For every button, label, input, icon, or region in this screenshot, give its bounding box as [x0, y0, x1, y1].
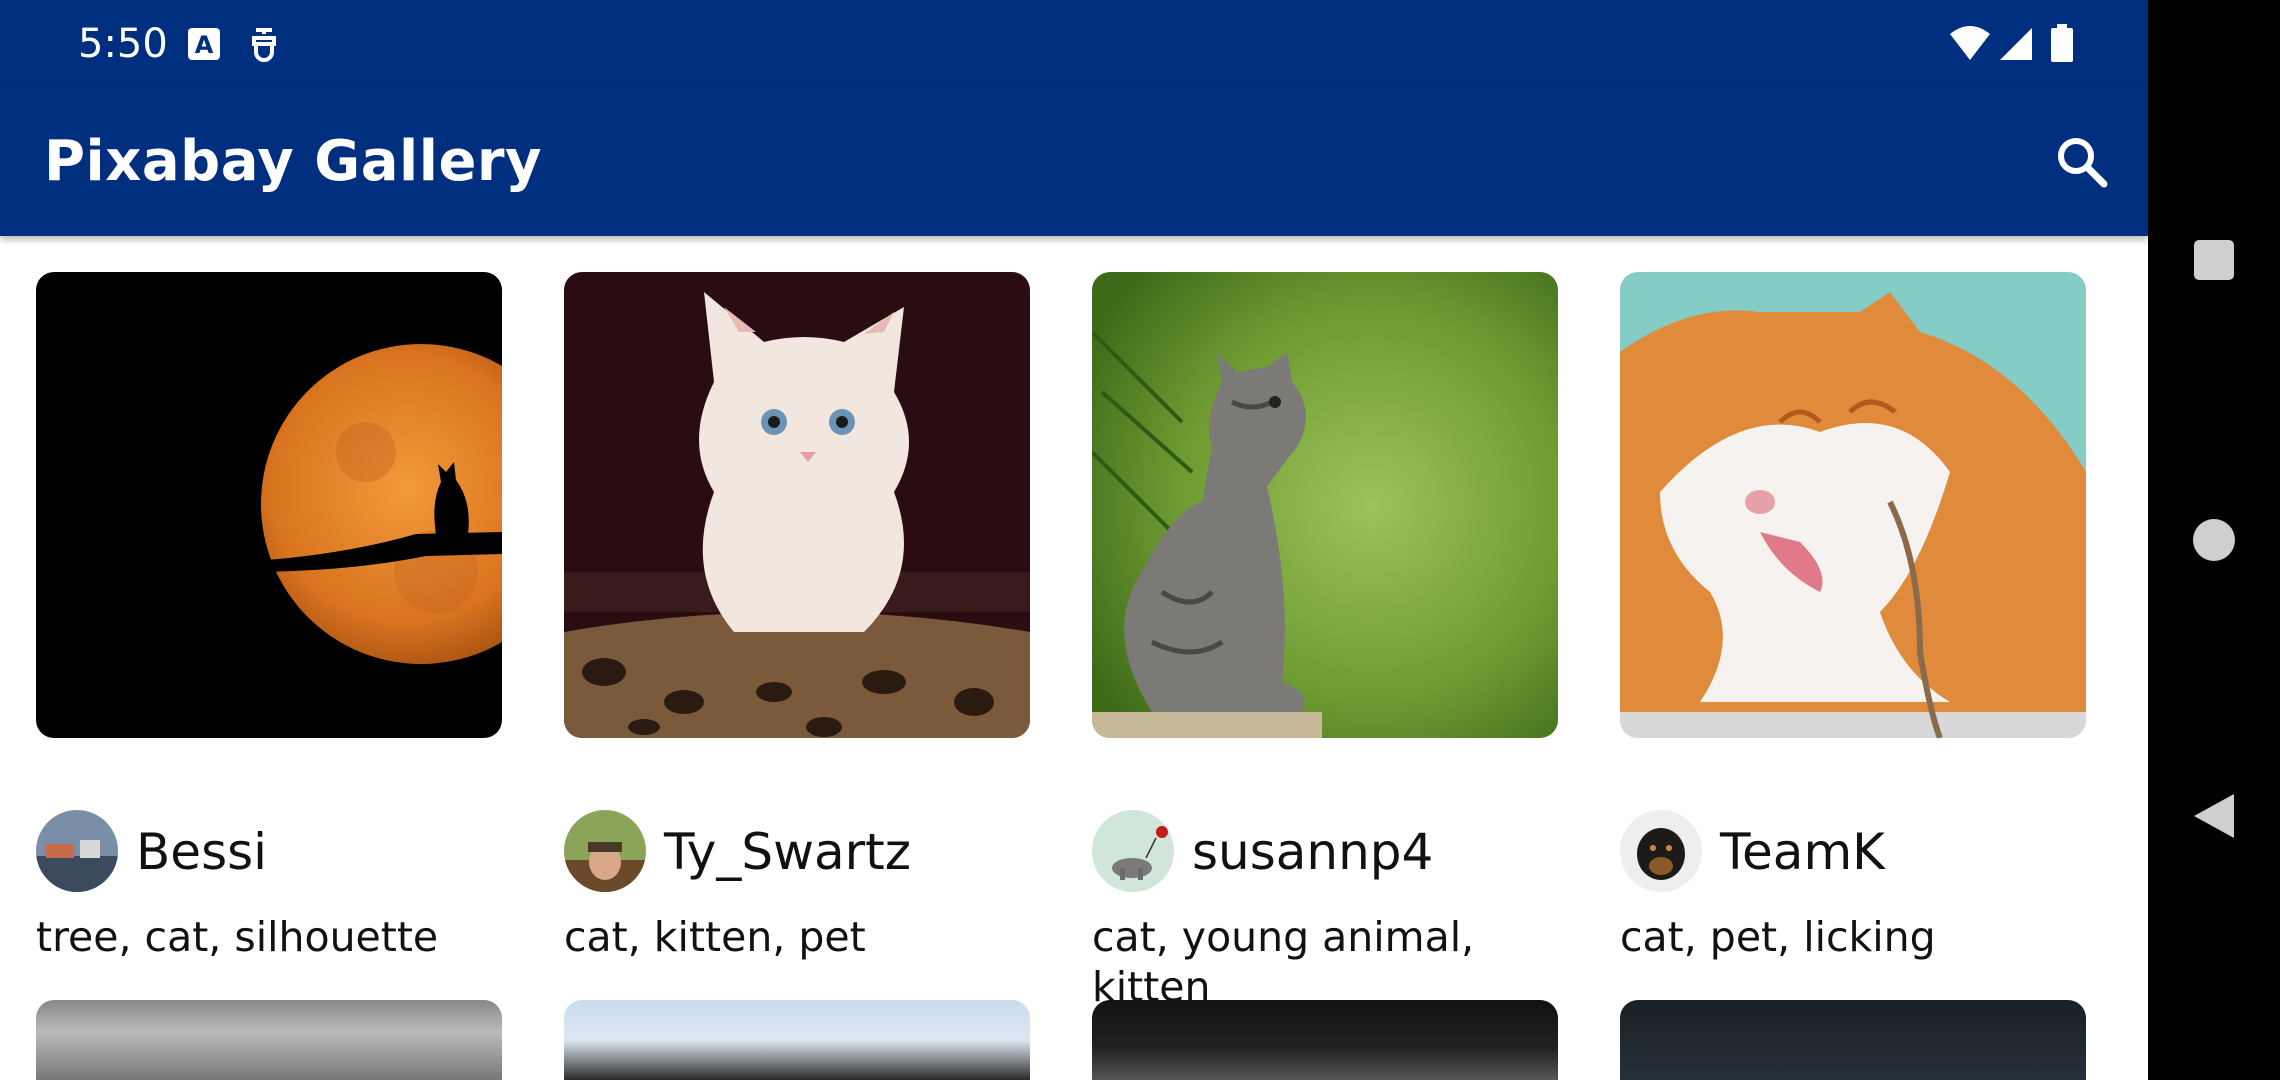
svg-text:A: A	[195, 31, 214, 59]
home-icon[interactable]	[2182, 508, 2246, 572]
gallery-image[interactable]	[1092, 1000, 1558, 1080]
user-name[interactable]: TeamK	[1720, 822, 1885, 882]
user-name[interactable]: Ty_Swartz	[664, 822, 911, 882]
gallery-image[interactable]	[36, 1000, 502, 1080]
user-avatar[interactable]	[1092, 810, 1174, 892]
user-avatar[interactable]	[36, 810, 118, 892]
keyboard-a-icon: A	[184, 24, 224, 64]
gallery-image[interactable]	[1620, 272, 2086, 738]
wifi-icon	[1948, 24, 1992, 64]
app-title: Pixabay Gallery	[44, 129, 543, 194]
screen: 5:50 A Pixabay Gallery Bessi tree, cat, …	[0, 0, 2148, 1080]
gallery-image[interactable]	[1092, 272, 1558, 738]
battery-icon	[2048, 24, 2076, 64]
image-tags: cat, young animal, kitten	[1092, 913, 1475, 1011]
search-icon[interactable]	[2048, 128, 2116, 196]
gallery-image[interactable]	[1620, 1000, 2086, 1080]
status-time: 5:50	[78, 21, 168, 67]
image-tags: tree, cat, silhouette	[36, 913, 439, 961]
user-name[interactable]: Bessi	[136, 822, 267, 882]
debug-icon	[244, 24, 284, 64]
gallery-image[interactable]	[36, 272, 502, 738]
system-nav-bar	[2148, 0, 2280, 1080]
recents-icon[interactable]	[2182, 228, 2246, 292]
status-bar: 5:50 A	[0, 0, 2148, 88]
gallery-image[interactable]	[564, 272, 1030, 738]
back-icon[interactable]	[2182, 784, 2246, 848]
gallery-image[interactable]	[564, 1000, 1030, 1080]
user-avatar[interactable]	[564, 810, 646, 892]
cell-signal-icon	[1996, 24, 2036, 64]
gallery-grid: Bessi tree, cat, silhouette Ty_Swartz ca…	[0, 236, 2148, 1080]
user-avatar[interactable]	[1620, 810, 1702, 892]
image-tags: cat, pet, licking	[1620, 913, 1936, 961]
user-name[interactable]: susannp4	[1192, 822, 1433, 882]
image-tags: cat, kitten, pet	[564, 913, 866, 961]
app-bar: Pixabay Gallery	[0, 88, 2148, 236]
